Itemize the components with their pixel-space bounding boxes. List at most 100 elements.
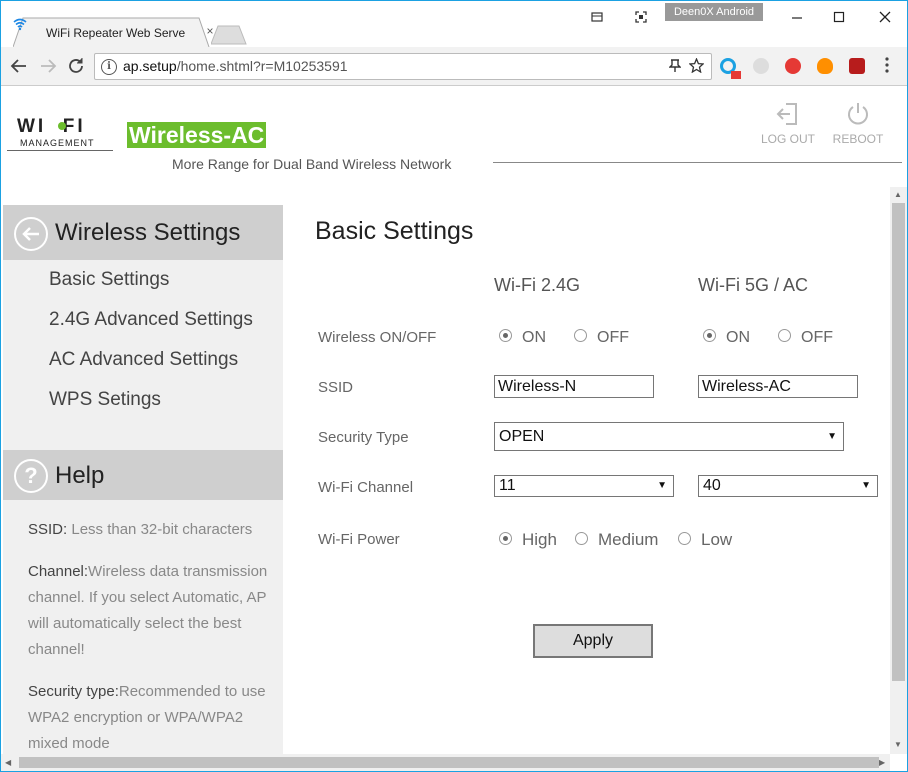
vertical-scroll-thumb[interactable] xyxy=(892,203,905,681)
radio-24g-off[interactable]: OFF xyxy=(574,329,629,347)
radio-label: Medium xyxy=(598,530,659,549)
url-text[interactable]: ap.setup/home.shtml?r=M10253591 xyxy=(123,58,348,74)
radio-label: OFF xyxy=(801,329,833,346)
profile-badge[interactable]: Deen0X Android xyxy=(665,3,763,21)
help-ssid: SSID: Less than 32-bit characters xyxy=(28,517,273,543)
radio-power-medium[interactable]: Medium xyxy=(575,530,658,550)
vertical-scrollbar[interactable]: ▲ ▼ xyxy=(890,187,907,754)
radio-dot[interactable] xyxy=(499,329,512,343)
horizontal-scrollbar[interactable]: ◀ ▶ xyxy=(1,754,890,771)
wireless-settings-header[interactable]: Wireless Settings xyxy=(3,205,283,260)
label-ssid: SSID xyxy=(318,379,354,396)
security-type-value: OPEN xyxy=(499,428,545,445)
ssid-24g-input[interactable]: Wireless-N xyxy=(494,375,654,398)
chevron-down-icon: ▼ xyxy=(657,480,667,491)
logo-text: WI FI xyxy=(17,116,86,137)
sidebar-item-wps-settings[interactable]: WPS Setings xyxy=(49,389,161,411)
sidebar-item-ac-advanced[interactable]: AC Advanced Settings xyxy=(49,349,238,371)
radio-dot[interactable] xyxy=(678,532,691,546)
extension-red-icon[interactable] xyxy=(785,58,801,74)
channel-5g-select[interactable]: 40 ▼ xyxy=(698,475,878,497)
scroll-down-icon[interactable]: ▼ xyxy=(894,740,902,749)
channel-24g-select[interactable]: 11 ▼ xyxy=(494,475,674,497)
help-ssid-text: Less than 32-bit characters xyxy=(67,521,253,538)
minimize-icon[interactable] xyxy=(785,7,809,27)
ublock-icon[interactable] xyxy=(849,58,865,74)
title-bar: WiFi Repeater Web Serve × Deen0X Android xyxy=(1,1,907,47)
radio-power-high[interactable]: High xyxy=(499,530,557,550)
scroll-up-icon[interactable]: ▲ xyxy=(894,190,902,199)
radio-label: ON xyxy=(726,329,750,346)
page-title: Basic Settings xyxy=(315,217,474,245)
radio-5g-on[interactable]: ON xyxy=(703,329,750,347)
tab-title: WiFi Repeater Web Serve xyxy=(46,26,186,40)
address-bar[interactable]: i ap.setup/home.shtml?r=M10253591 xyxy=(94,53,712,80)
pin-icon[interactable] xyxy=(669,59,681,73)
bookmark-star-icon[interactable] xyxy=(689,58,704,73)
reload-icon[interactable] xyxy=(66,56,86,76)
tagline: More Range for Dual Band Wireless Networ… xyxy=(172,156,452,172)
logo-subtext: MANAGEMENT xyxy=(20,138,95,148)
radio-dot[interactable] xyxy=(574,329,587,343)
help-title: Help xyxy=(55,462,105,489)
scroll-left-icon[interactable]: ◀ xyxy=(5,758,11,767)
col-header-5g: Wi-Fi 5G / AC xyxy=(698,275,809,295)
radio-label: OFF xyxy=(597,329,629,346)
help-ssid-key: SSID: xyxy=(28,521,68,538)
help-channel: Channel:Wireless data transmission chann… xyxy=(28,559,273,663)
header-divider xyxy=(493,162,902,163)
back-circle-icon[interactable] xyxy=(14,217,48,251)
radio-24g-on[interactable]: ON xyxy=(499,329,546,347)
help-security: Security type:Recommended to use WPA2 en… xyxy=(28,679,273,754)
brand-badge: Wireless-AC xyxy=(127,122,267,148)
extension-fire-icon[interactable] xyxy=(817,58,833,74)
radio-power-low[interactable]: Low xyxy=(678,530,732,550)
apply-button[interactable]: Apply xyxy=(533,624,653,658)
back-arrow-icon[interactable] xyxy=(9,56,29,76)
restore-tab-icon[interactable] xyxy=(585,7,609,27)
tab-wifi-repeater[interactable]: WiFi Repeater Web Serve × xyxy=(13,17,214,47)
channel-5g-value: 40 xyxy=(703,477,721,494)
extension-grey-icon[interactable] xyxy=(753,58,769,74)
radio-dot[interactable] xyxy=(703,329,716,343)
help-channel-key: Channel: xyxy=(28,563,89,580)
reboot-button[interactable]: REBOOT xyxy=(828,102,888,146)
horizontal-scroll-thumb[interactable] xyxy=(19,757,879,768)
browser-toolbar: i ap.setup/home.shtml?r=M10253591 xyxy=(1,47,907,86)
browser-window: WiFi Repeater Web Serve × Deen0X Android xyxy=(0,0,908,772)
sidebar-item-basic-settings[interactable]: Basic Settings xyxy=(49,269,169,291)
label-wifi-power: Wi-Fi Power xyxy=(318,531,400,548)
wifi-icon xyxy=(13,18,27,31)
menu-kebab-icon[interactable] xyxy=(885,57,891,73)
close-window-icon[interactable] xyxy=(873,7,897,27)
radio-5g-off[interactable]: OFF xyxy=(778,329,833,347)
scroll-right-icon[interactable]: ▶ xyxy=(879,758,885,767)
radio-label: Low xyxy=(701,530,733,549)
page-header: WI FI MANAGEMENT Wireless-AC More Range … xyxy=(1,86,907,186)
logo-divider xyxy=(7,150,113,151)
power-icon xyxy=(848,103,868,125)
security-type-select[interactable]: OPEN ▼ xyxy=(494,422,844,451)
chevron-down-icon: ▼ xyxy=(861,480,871,491)
info-icon[interactable]: i xyxy=(101,59,117,75)
radio-dot[interactable] xyxy=(499,532,512,546)
radio-label: High xyxy=(522,530,557,549)
channel-24g-value: 11 xyxy=(499,477,516,494)
reboot-label: REBOOT xyxy=(832,132,884,146)
maximize-icon[interactable] xyxy=(827,7,851,27)
logo-dot xyxy=(58,122,66,130)
radio-dot[interactable] xyxy=(575,532,588,546)
label-wireless-onoff: Wireless ON/OFF xyxy=(318,329,437,346)
radio-label: ON xyxy=(522,329,546,346)
help-security-key: Security type: xyxy=(28,683,119,700)
fullscreen-icon[interactable] xyxy=(629,7,653,27)
logout-label: LOG OUT xyxy=(760,132,815,146)
new-tab-button[interactable] xyxy=(211,25,247,45)
forward-arrow-icon[interactable] xyxy=(38,56,58,76)
radio-dot[interactable] xyxy=(778,329,791,343)
wireless-settings-title: Wireless Settings xyxy=(55,219,241,246)
sidebar-item-24g-advanced[interactable]: 2.4G Advanced Settings xyxy=(49,309,253,331)
help-question-icon: ? xyxy=(14,459,48,493)
ssid-5g-input[interactable]: Wireless-AC xyxy=(698,375,858,398)
logout-button[interactable]: LOG OUT xyxy=(758,102,818,146)
